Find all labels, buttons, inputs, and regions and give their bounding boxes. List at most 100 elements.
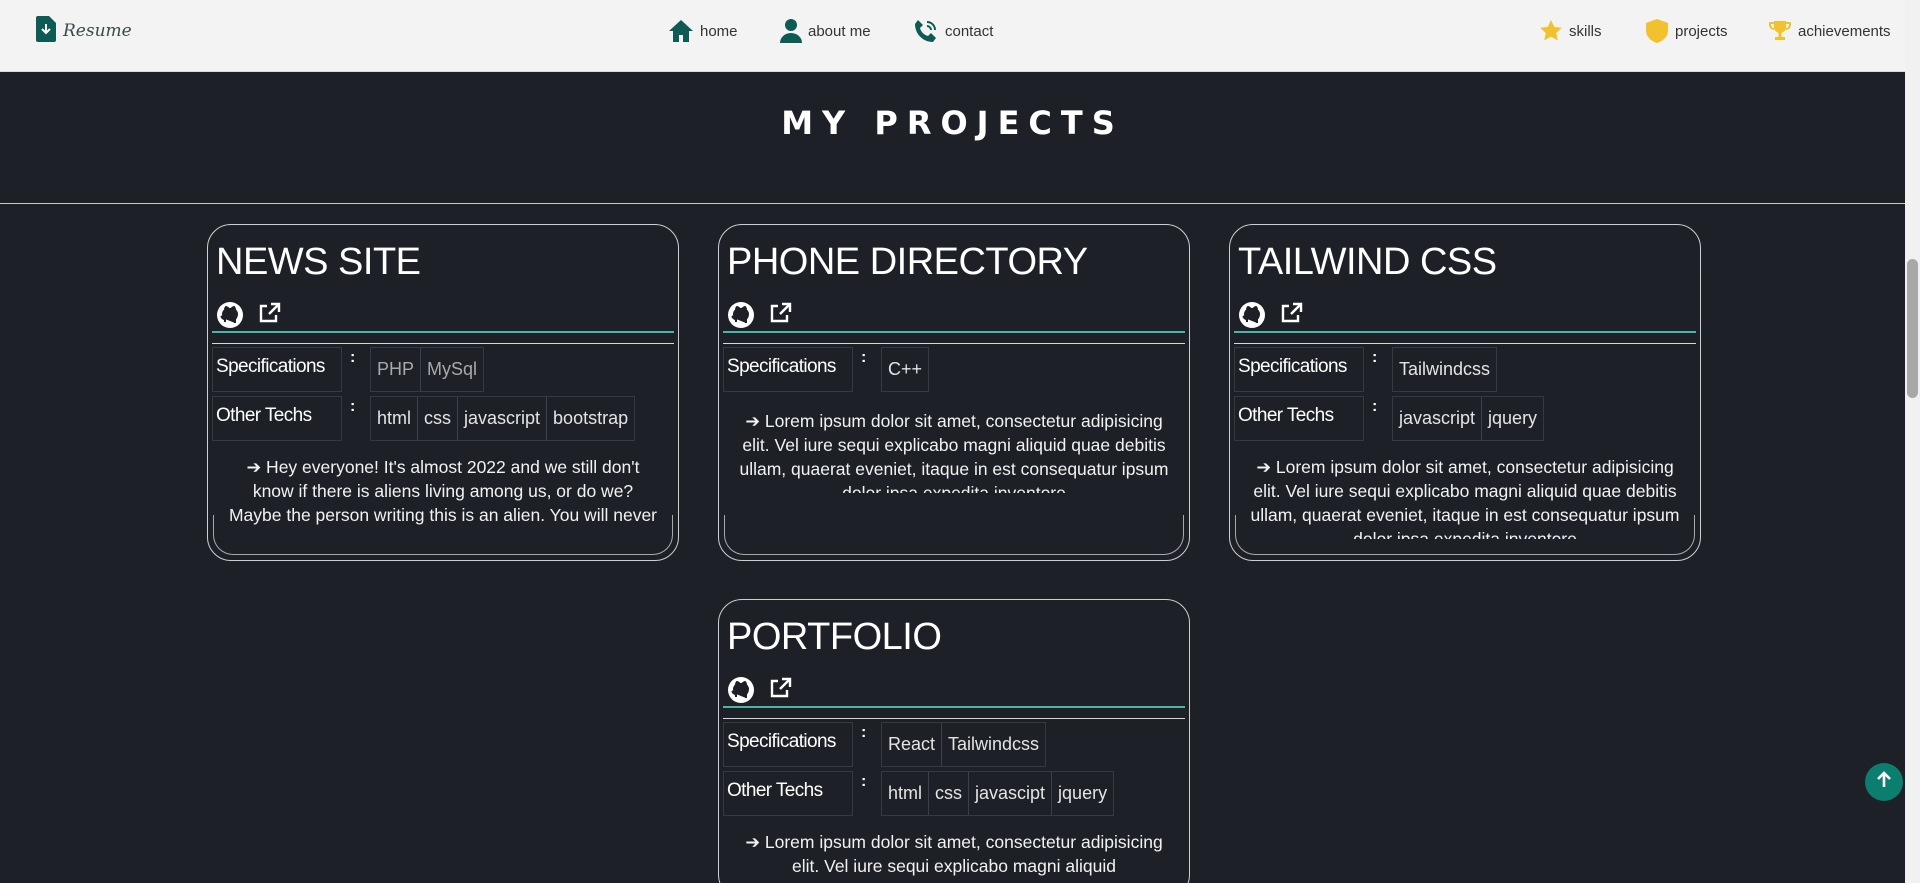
other-techs-row: Other Techs : html css javascipt jquery <box>723 771 1115 816</box>
project-description: ➔ Hey everyone! It's almost 2022 and we … <box>228 457 657 525</box>
divider <box>723 331 1185 333</box>
divider <box>723 343 1185 344</box>
project-card-portfolio: PORTFOLIO Specifications : React Tailwin… <box>718 599 1190 883</box>
page-title: MY PROJECTS <box>781 104 1124 142</box>
spec-chips: React Tailwindcss <box>881 722 1047 767</box>
project-card-news-site: NEWS SITE Specifications : PHP MySql Oth… <box>207 224 679 561</box>
divider <box>723 718 1185 719</box>
spec-chips: PHP MySql <box>370 347 485 392</box>
other-techs-row: Other Techs : html css javascript bootst… <box>212 396 636 441</box>
shield-icon <box>1645 18 1669 44</box>
other-tech-chips: html css javascipt jquery <box>881 771 1115 816</box>
other-techs-label: Other Techs <box>1234 396 1364 441</box>
divider <box>212 331 674 333</box>
colon: : <box>1372 398 1378 415</box>
other-tech-chips: javascript jquery <box>1392 396 1545 441</box>
spec-chips: C++ <box>881 347 930 392</box>
project-title: PHONE DIRECTORY <box>727 241 1088 283</box>
tech-chip: PHP <box>371 348 422 391</box>
specifications-row: Specifications : C++ <box>723 347 930 392</box>
colon: : <box>861 724 867 741</box>
tech-chip: Tailwindcss <box>1399 359 1491 379</box>
external-link-icon[interactable] <box>1280 301 1308 329</box>
phone-icon <box>913 18 939 44</box>
tech-chip: javascipt <box>969 772 1053 815</box>
nav-achievements[interactable]: achievements <box>1768 16 1891 46</box>
project-title: TAILWIND CSS <box>1238 241 1497 283</box>
tech-chip: css <box>929 772 970 815</box>
specifications-row: Specifications : React Tailwindcss <box>723 722 1047 767</box>
tech-chip: css <box>418 397 459 440</box>
page-scrollbar[interactable] <box>1905 0 1920 883</box>
project-description: ➔ Lorem ipsum dolor sit amet, consectetu… <box>739 411 1169 493</box>
colon: : <box>861 349 867 366</box>
arrow-up-icon <box>1874 770 1894 795</box>
nav-skills-label: skills <box>1569 22 1602 40</box>
section-header: MY PROJECTS <box>0 72 1905 204</box>
nav-contact[interactable]: contact <box>913 16 993 46</box>
colon: : <box>350 349 356 366</box>
scrollbar-thumb[interactable] <box>1907 259 1918 398</box>
card-bottom-edge <box>724 515 1184 555</box>
divider <box>723 706 1185 708</box>
colon: : <box>1372 349 1378 366</box>
specifications-label: Specifications <box>723 347 853 392</box>
nav-home-label: home <box>700 22 738 40</box>
project-description: ➔ Lorem ipsum dolor sit amet, consectetu… <box>745 832 1163 876</box>
nav-skills[interactable]: skills <box>1539 16 1602 46</box>
divider <box>1234 343 1696 344</box>
tech-chip: javascript <box>1393 397 1483 440</box>
project-title: NEWS SITE <box>216 241 421 283</box>
brand-link[interactable]: Resume <box>36 15 132 47</box>
github-icon[interactable] <box>727 301 755 329</box>
colon: : <box>350 398 356 415</box>
external-link-icon[interactable] <box>258 301 286 329</box>
other-techs-label: Other Techs <box>723 771 853 816</box>
project-title: PORTFOLIO <box>727 616 942 658</box>
colon: : <box>861 773 867 790</box>
tech-chip: Tailwindcss <box>948 734 1040 754</box>
home-icon <box>668 19 694 43</box>
tech-chip: jquery <box>1488 408 1538 428</box>
spec-chips: Tailwindcss <box>1392 347 1498 392</box>
tech-chip: bootstrap <box>553 408 629 428</box>
project-description: ➔ Lorem ipsum dolor sit amet, consectetu… <box>1250 457 1680 539</box>
nav-contact-label: contact <box>945 22 994 40</box>
other-techs-label: Other Techs <box>212 396 342 441</box>
tech-chip: React <box>882 723 943 766</box>
nav-achievements-label: achievements <box>1798 22 1891 40</box>
nav-projects-label: projects <box>1675 22 1728 40</box>
external-link-icon[interactable] <box>769 676 797 704</box>
nav-projects[interactable]: projects <box>1645 16 1728 46</box>
brand-name: Resume <box>63 21 132 41</box>
external-link-icon[interactable] <box>769 301 797 329</box>
github-icon[interactable] <box>727 676 755 704</box>
specifications-label: Specifications <box>1234 347 1364 392</box>
other-techs-row: Other Techs : javascript jquery <box>1234 396 1545 441</box>
specifications-label: Specifications <box>723 722 853 767</box>
specifications-row: Specifications : Tailwindcss <box>1234 347 1498 392</box>
nav-about-label: about me <box>808 22 871 40</box>
specifications-row: Specifications : PHP MySql <box>212 347 485 392</box>
user-icon <box>780 19 802 43</box>
star-icon <box>1539 19 1563 43</box>
divider <box>212 343 674 344</box>
scroll-to-top-button[interactable] <box>1865 763 1903 801</box>
tech-chip: C++ <box>888 359 923 379</box>
tech-chip: html <box>882 772 930 815</box>
resume-download-icon <box>36 15 56 47</box>
specifications-label: Specifications <box>212 347 342 392</box>
tech-chip: javascript <box>458 397 548 440</box>
other-tech-chips: html css javascript bootstrap <box>370 396 636 441</box>
github-icon[interactable] <box>1238 301 1266 329</box>
divider <box>1234 331 1696 333</box>
tech-chip: html <box>371 397 419 440</box>
nav-home[interactable]: home <box>668 16 738 46</box>
navbar: Resume home about me contact skills proj… <box>0 0 1905 72</box>
tech-chip: MySql <box>427 359 478 379</box>
tech-chip: jquery <box>1058 783 1108 803</box>
github-icon[interactable] <box>216 301 244 329</box>
trophy-icon <box>1768 19 1792 43</box>
nav-about-me[interactable]: about me <box>780 16 871 46</box>
project-card-tailwind-css: TAILWIND CSS Specifications : Tailwindcs… <box>1229 224 1701 561</box>
